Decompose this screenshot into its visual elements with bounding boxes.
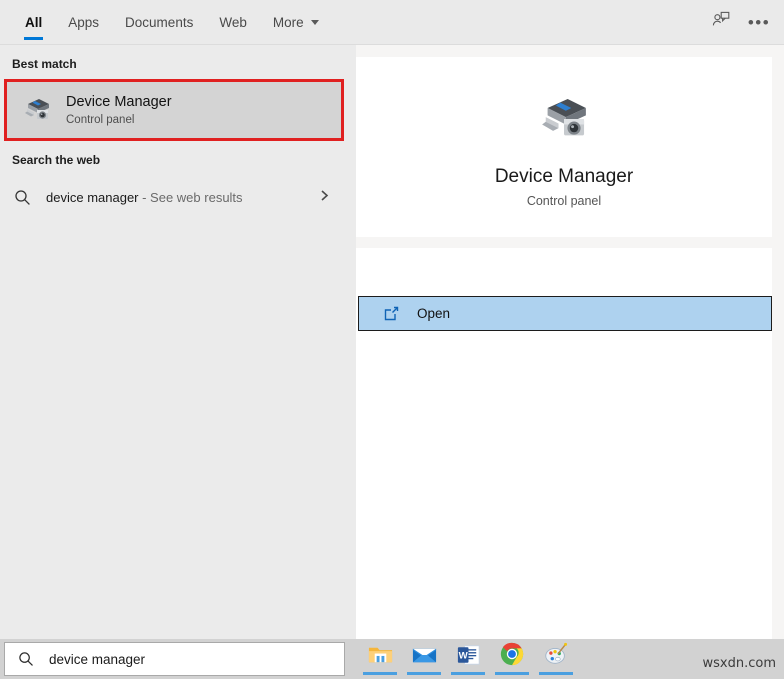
search-input[interactable]: device manager bbox=[49, 652, 145, 667]
tab-all-label: All bbox=[25, 15, 43, 30]
taskbar-app-icons: W bbox=[358, 635, 578, 679]
device-manager-icon bbox=[532, 87, 596, 151]
search-tabs: All Apps Documents Web More bbox=[12, 0, 332, 45]
tab-apps[interactable]: Apps bbox=[55, 0, 112, 45]
taskbar-item-file-explorer[interactable] bbox=[358, 639, 402, 675]
tab-active-indicator bbox=[24, 37, 44, 40]
app-actions-card: Open bbox=[356, 248, 772, 639]
device-manager-icon bbox=[17, 90, 57, 130]
tab-documents-label: Documents bbox=[125, 15, 194, 30]
web-result-row[interactable]: device manager - See web results bbox=[2, 175, 346, 219]
feedback-button[interactable] bbox=[704, 6, 738, 40]
running-indicator bbox=[539, 672, 573, 675]
preview-pane: Device Manager Control panel Open bbox=[356, 45, 784, 639]
chevron-right-icon bbox=[319, 188, 330, 207]
chrome-icon bbox=[499, 641, 525, 672]
best-match-title: Device Manager bbox=[66, 93, 172, 110]
search-icon bbox=[14, 189, 36, 206]
word-icon: W bbox=[455, 641, 482, 673]
chevron-down-icon bbox=[310, 20, 319, 25]
svg-text:W: W bbox=[458, 650, 468, 661]
running-indicator bbox=[363, 672, 397, 675]
preview-title: Device Manager bbox=[494, 165, 634, 187]
watermark: wsxdn.com bbox=[702, 656, 777, 671]
person-feedback-icon bbox=[711, 10, 731, 35]
preview-subtitle: Control panel bbox=[526, 193, 602, 208]
best-match-subtitle: Control panel bbox=[66, 113, 135, 126]
tab-web[interactable]: Web bbox=[206, 0, 260, 45]
tab-all[interactable]: All bbox=[12, 0, 55, 45]
taskbar-item-mail[interactable] bbox=[402, 639, 446, 675]
tab-web-label: Web bbox=[219, 15, 247, 30]
taskbar-item-paint[interactable] bbox=[534, 639, 578, 675]
search-tab-bar: All Apps Documents Web More ••• bbox=[0, 0, 784, 45]
best-match-text: Device Manager Control panel bbox=[66, 93, 172, 128]
taskbar: device manager W wsxdn.com bbox=[0, 639, 784, 679]
file-explorer-icon bbox=[367, 641, 394, 673]
search-results-pane: Best match Device Manager Control panel … bbox=[0, 45, 348, 639]
header-actions: ••• bbox=[704, 0, 776, 45]
paint-icon bbox=[543, 641, 569, 672]
tab-more-label: More bbox=[272, 15, 304, 30]
open-button-label: Open bbox=[417, 306, 451, 321]
tab-more[interactable]: More bbox=[260, 0, 332, 45]
start-menu-search-window: All Apps Documents Web More ••• Best mat… bbox=[0, 0, 784, 679]
web-result-label: device manager - See web results bbox=[46, 190, 319, 205]
taskbar-search-box[interactable]: device manager bbox=[4, 642, 345, 676]
running-indicator bbox=[407, 672, 441, 675]
ellipsis-icon: ••• bbox=[747, 12, 771, 32]
best-match-result-device-manager[interactable]: Device Manager Control panel bbox=[7, 82, 341, 138]
best-match-highlight-box: Device Manager Control panel bbox=[4, 79, 344, 141]
app-preview-card: Device Manager Control panel bbox=[356, 57, 772, 237]
open-external-icon bbox=[381, 304, 401, 324]
running-indicator bbox=[451, 672, 485, 675]
search-the-web-section-label: Search the web bbox=[12, 153, 101, 167]
open-button[interactable]: Open bbox=[358, 296, 772, 331]
mail-icon bbox=[411, 641, 438, 673]
taskbar-item-chrome[interactable] bbox=[490, 639, 534, 675]
web-result-query: device manager bbox=[46, 189, 139, 205]
search-icon bbox=[17, 650, 35, 668]
tab-documents[interactable]: Documents bbox=[112, 0, 206, 45]
more-options-button[interactable]: ••• bbox=[742, 6, 776, 40]
running-indicator bbox=[495, 672, 529, 675]
taskbar-item-word[interactable]: W bbox=[446, 639, 490, 675]
web-result-suffix: - See web results bbox=[138, 189, 243, 205]
best-match-section-label: Best match bbox=[12, 57, 77, 71]
tab-apps-label: Apps bbox=[68, 15, 100, 30]
